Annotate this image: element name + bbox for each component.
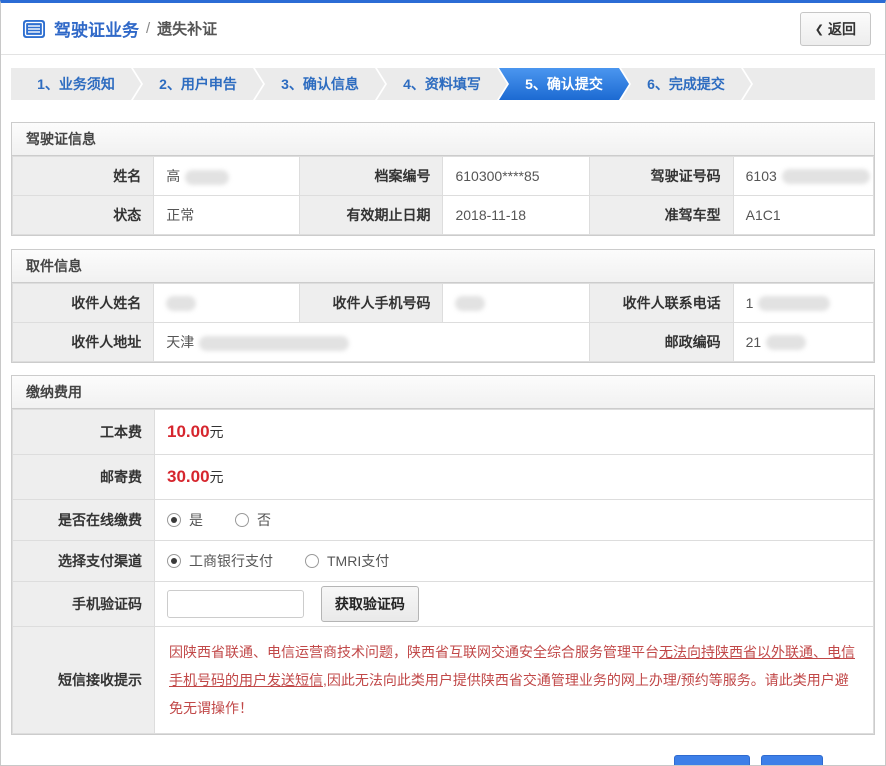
recipient-name-value xyxy=(154,284,300,323)
cost-fee-amount: 10.00 xyxy=(167,422,210,441)
recipient-phone-value: 1 xyxy=(733,284,873,323)
payment-table: 工本费 10.00元 邮寄费 30.00元 是否在线缴费 是 xyxy=(12,409,874,734)
radio-checked-icon[interactable] xyxy=(167,513,181,527)
name-value: 高 xyxy=(154,157,300,196)
pay-channel-options: 工商银行支付 TMRI支付 xyxy=(155,541,874,582)
header-bar: 驾驶证业务 / 遗失补证 ❮ 返回 xyxy=(1,3,885,55)
recipient-address-value: 天津 xyxy=(154,323,590,362)
step-4-fill-materials: 4、资料填写 xyxy=(377,68,507,100)
redaction-blur xyxy=(166,296,196,311)
table-row: 邮寄费 30.00元 xyxy=(13,455,874,500)
table-row: 是否在线缴费 是 否 xyxy=(13,500,874,541)
cost-fee-value: 10.00元 xyxy=(155,410,874,455)
step-bar-filler xyxy=(743,68,875,100)
redaction-blur xyxy=(766,335,806,350)
breadcrumb-separator: / xyxy=(146,20,150,37)
license-info-title: 驾驶证信息 xyxy=(12,123,874,156)
back-button-label: 返回 xyxy=(828,21,856,37)
name-label: 姓名 xyxy=(13,157,154,196)
captcha-cell: 获取验证码 xyxy=(155,582,874,627)
captcha-input[interactable] xyxy=(167,590,304,618)
postage-fee-unit: 元 xyxy=(210,469,224,485)
pickup-info-title: 取件信息 xyxy=(12,250,874,283)
page-container: 驾驶证业务 / 遗失补证 ❮ 返回 1、业务须知 2、用户申告 3、确认信息 4、… xyxy=(0,0,886,766)
table-row: 选择支付渠道 工商银行支付 TMRI支付 xyxy=(13,541,874,582)
online-pay-options: 是 否 xyxy=(155,500,874,541)
recipient-phone-label: 收件人联系电话 xyxy=(589,284,733,323)
license-no-label: 驾驶证号码 xyxy=(589,157,733,196)
vehicle-class-label: 准驾车型 xyxy=(589,196,733,235)
valid-until-label: 有效期止日期 xyxy=(299,196,443,235)
postage-fee-amount: 30.00 xyxy=(167,467,210,486)
pickup-info-table: 收件人姓名 收件人手机号码 收件人联系电话 1 收件人地址 天津 邮政编码 21 xyxy=(12,283,874,362)
vehicle-class-value: A1C1 xyxy=(733,196,873,235)
step-wizard: 1、业务须知 2、用户申告 3、确认信息 4、资料填写 5、确认提交 6、完成提… xyxy=(11,68,875,100)
radio-unchecked-icon[interactable] xyxy=(235,513,249,527)
table-row: 姓名 高 档案编号 610300****85 驾驶证号码 6103 xyxy=(13,157,874,196)
chevron-left-icon: ❮ xyxy=(815,24,824,36)
step-2-user-declaration: 2、用户申告 xyxy=(133,68,263,100)
license-card-icon xyxy=(23,20,45,38)
finish-button[interactable]: 完成 xyxy=(761,755,823,766)
license-info-section: 驾驶证信息 姓名 高 档案编号 610300****85 驾驶证号码 6103 … xyxy=(11,122,875,236)
radio-checked-icon[interactable] xyxy=(167,554,181,568)
radio-option-label: TMRI支付 xyxy=(327,551,389,571)
recipient-address-label: 收件人地址 xyxy=(13,323,154,362)
table-row: 工本费 10.00元 xyxy=(13,410,874,455)
radio-option-label: 是 xyxy=(189,510,203,530)
step-5-confirm-submit: 5、确认提交 xyxy=(499,68,629,100)
radio-unchecked-icon[interactable] xyxy=(305,554,319,568)
radio-option-label: 否 xyxy=(257,510,271,530)
payment-section: 缴纳费用 工本费 10.00元 邮寄费 30.00元 是否在线缴费 xyxy=(11,375,875,735)
file-no-label: 档案编号 xyxy=(299,157,443,196)
valid-until-value: 2018-11-18 xyxy=(443,196,589,235)
sms-notice-label: 短信接收提示 xyxy=(13,627,155,734)
payment-title: 缴纳费用 xyxy=(12,376,874,409)
postage-fee-value: 30.00元 xyxy=(155,455,874,500)
redaction-blur xyxy=(185,170,229,185)
recipient-mobile-value xyxy=(443,284,589,323)
radio-option-label: 工商银行支付 xyxy=(189,551,273,571)
postal-code-value: 21 xyxy=(733,323,873,362)
redaction-blur xyxy=(455,296,485,311)
recipient-mobile-label: 收件人手机号码 xyxy=(299,284,443,323)
sms-notice-text: 因陕西省联通、电信运营商技术问题，陕西省互联网交通安全综合服务管理平台无法向持陕… xyxy=(155,627,874,734)
step-3-confirm-info: 3、确认信息 xyxy=(255,68,385,100)
captcha-label: 手机验证码 xyxy=(13,582,155,627)
channel-tmri-option[interactable]: TMRI支付 xyxy=(305,551,389,571)
back-button[interactable]: ❮ 返回 xyxy=(800,12,871,46)
cost-fee-unit: 元 xyxy=(210,424,224,440)
table-row: 短信接收提示 因陕西省联通、电信运营商技术问题，陕西省互联网交通安全综合服务管理… xyxy=(13,627,874,734)
breadcrumb-current: 遗失补证 xyxy=(157,18,217,39)
file-no-value: 610300****85 xyxy=(443,157,589,196)
step-6-finish-submit: 6、完成提交 xyxy=(621,68,751,100)
get-code-button[interactable]: 获取验证码 xyxy=(321,586,419,622)
table-row: 收件人地址 天津 邮政编码 21 xyxy=(13,323,874,362)
pickup-info-section: 取件信息 收件人姓名 收件人手机号码 收件人联系电话 1 收件人地址 天津 邮政… xyxy=(11,249,875,363)
table-row: 收件人姓名 收件人手机号码 收件人联系电话 1 xyxy=(13,284,874,323)
redaction-blur xyxy=(199,336,349,351)
license-no-value: 6103 xyxy=(733,157,873,196)
pay-channel-label: 选择支付渠道 xyxy=(13,541,155,582)
footer-actions: 上一步 完成 xyxy=(1,735,885,766)
table-row: 状态 正常 有效期止日期 2018-11-18 准驾车型 A1C1 xyxy=(13,196,874,235)
sms-notice-part1: 因陕西省联通、电信运营商技术问题，陕西省互联网交通安全综合服务管理平台 xyxy=(169,644,659,660)
channel-icbc-option[interactable]: 工商银行支付 xyxy=(167,551,273,571)
redaction-blur xyxy=(758,296,830,311)
online-pay-label: 是否在线缴费 xyxy=(13,500,155,541)
status-label: 状态 xyxy=(13,196,154,235)
status-value: 正常 xyxy=(154,196,300,235)
step-1-business-notice: 1、业务须知 xyxy=(11,68,141,100)
previous-step-button[interactable]: 上一步 xyxy=(674,755,750,766)
postage-fee-label: 邮寄费 xyxy=(13,455,155,500)
license-info-table: 姓名 高 档案编号 610300****85 驾驶证号码 6103 状态 正常 … xyxy=(12,156,874,235)
online-pay-yes-option[interactable]: 是 xyxy=(167,510,203,530)
online-pay-no-option[interactable]: 否 xyxy=(235,510,271,530)
cost-fee-label: 工本费 xyxy=(13,410,155,455)
table-row: 手机验证码 获取验证码 xyxy=(13,582,874,627)
page-title: 驾驶证业务 xyxy=(54,16,139,41)
redaction-blur xyxy=(782,169,870,184)
postal-code-label: 邮政编码 xyxy=(589,323,733,362)
recipient-name-label: 收件人姓名 xyxy=(13,284,154,323)
